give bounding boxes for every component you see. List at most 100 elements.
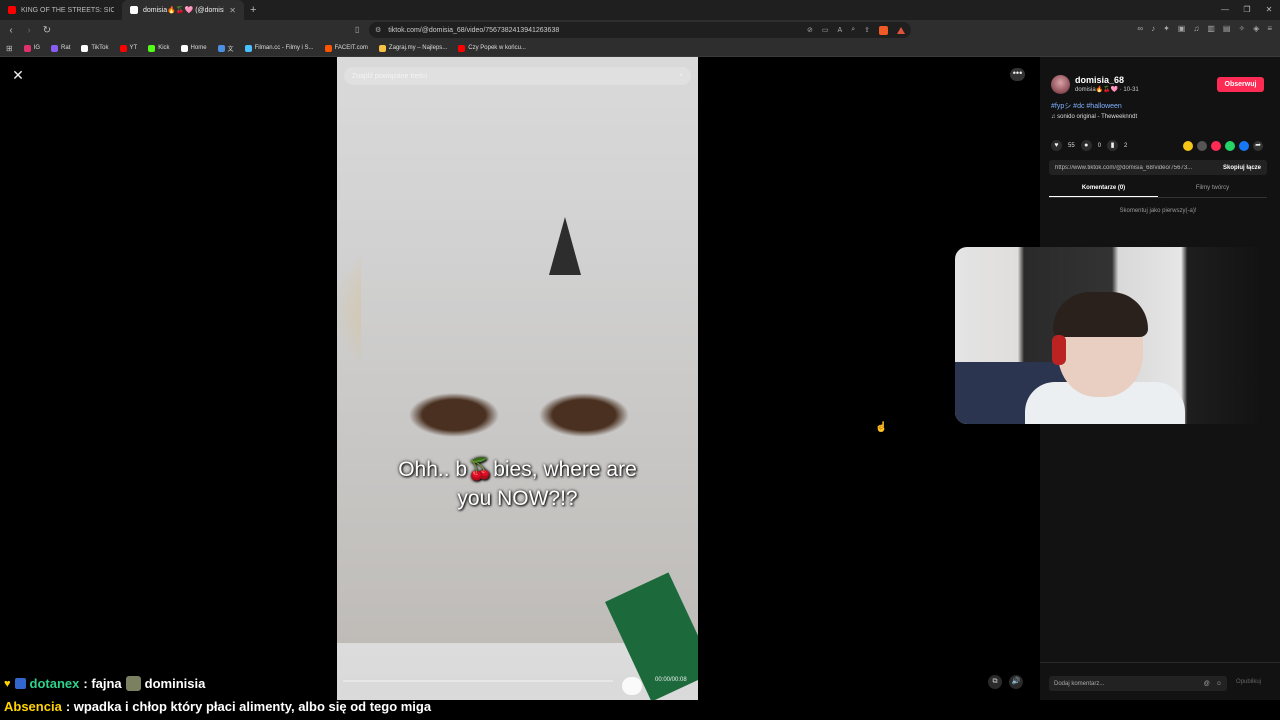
zoom-icon[interactable]: ⌕ — [851, 26, 855, 34]
facebook-icon[interactable] — [1239, 141, 1249, 151]
tiktok-icon — [130, 6, 138, 14]
emote-icon — [125, 676, 141, 691]
reload-button[interactable]: ↻ — [40, 25, 54, 36]
tab-king-of-the-streets[interactable]: KING OF THE STREETS: SICKO MODE — [0, 0, 122, 20]
media-icon[interactable]: ♫ — [1193, 24, 1199, 33]
bookmark-home[interactable]: Home — [180, 44, 207, 52]
comment-input[interactable]: Dodaj komentarz... @ ☺ — [1049, 676, 1227, 691]
hand-cursor-icon: ☝ — [875, 422, 888, 433]
repost-icon[interactable] — [1183, 141, 1193, 151]
new-tab-button[interactable]: + — [250, 4, 256, 16]
bookmark-icon[interactable]: ▮ — [1107, 140, 1119, 151]
chat-message: Absencia : wpadka i chłop który płaci al… — [4, 699, 431, 714]
video-time: 00:00/00:08 — [655, 677, 687, 683]
chat-text: : wpadka i chłop który płaci alimenty, a… — [65, 699, 432, 714]
bookmark-kick[interactable]: Kick — [148, 44, 170, 52]
subscriber-badge-icon — [14, 678, 26, 689]
follow-button[interactable]: Obserwuj — [1217, 77, 1264, 92]
bookmark-popek[interactable]: Czy Popek w końcu... — [458, 44, 526, 52]
bookmarks-bar: ⊞ IG Rat TikTok YT Kick Home 文 Filman.cc… — [0, 40, 1280, 57]
sidebar-icon[interactable]: ▥ — [1207, 24, 1215, 33]
menu-icon[interactable]: ≡ — [1267, 24, 1272, 33]
close-video-button[interactable]: ✕ — [11, 68, 25, 82]
chat-text: : fajna — [83, 676, 122, 691]
share-icon[interactable]: ⇪ — [864, 26, 870, 34]
bookmark-page-icon[interactable]: ▯ — [355, 25, 359, 34]
tab-tiktok-domisia[interactable]: domisia🔥🍒🩷 (@domisia ✕ — [122, 0, 244, 20]
more-options-button[interactable]: ••• — [1010, 68, 1025, 81]
share-more-icon[interactable]: ➦ — [1253, 141, 1263, 151]
forward-button[interactable]: › — [22, 25, 36, 36]
video-link[interactable]: https://www.tiktok.com/@domisia_68/video… — [1055, 165, 1217, 171]
extensions-toolbar: ∞ ♪ ✦ ▣ ♫ ▥ ▤ ✧ ◈ ≡ — [1137, 24, 1272, 33]
url-text[interactable]: tiktok.com/@domisia_68/video/75673824139… — [388, 27, 800, 34]
author-username[interactable]: domisia_68 — [1075, 75, 1124, 85]
bookmark-faceit[interactable]: FACEIT.com — [324, 44, 368, 52]
shield-icon[interactable]: ◈ — [1253, 24, 1259, 33]
bookmark-label: Home — [190, 45, 207, 51]
search-icon[interactable]: ⌕ — [679, 72, 683, 80]
tabs-divider — [1049, 197, 1267, 198]
like-icon[interactable]: ♥ — [1051, 140, 1062, 151]
close-tab-icon[interactable]: ✕ — [229, 6, 236, 15]
brave-rewards-icon[interactable] — [897, 26, 905, 34]
sound-link[interactable]: ♫ sonido original - Theweeknndt — [1051, 114, 1137, 120]
panel-tabs: Komentarze (0) Filmy twórcy — [1049, 181, 1267, 197]
window-controls: — ❐ ✕ — [1214, 0, 1280, 20]
embed-icon[interactable] — [1197, 141, 1207, 151]
pip-button[interactable]: ⧉ — [988, 675, 1002, 689]
emoji-icon[interactable]: ☺ — [1216, 681, 1222, 687]
volume-button[interactable]: 🔊 — [1009, 675, 1023, 689]
apps-icon[interactable]: ⊞ — [6, 44, 13, 53]
tab-comments[interactable]: Komentarze (0) — [1049, 181, 1158, 197]
bookmark-label: Zagraj.my – Najleps... — [388, 45, 448, 51]
video-hashtags[interactable]: #fypシ #dc #halloween — [1051, 101, 1122, 111]
address-bar[interactable]: ⚙ tiktok.com/@domisia_68/video/756738241… — [369, 22, 911, 38]
popek-icon — [458, 44, 466, 52]
post-comment-button[interactable]: Opublikuj — [1236, 679, 1261, 685]
extension-icon[interactable]: ✦ — [1163, 24, 1170, 33]
wallet-icon[interactable]: ▤ — [1223, 24, 1231, 33]
tab-creator-videos[interactable]: Filmy twórcy — [1158, 181, 1267, 197]
copy-link-button[interactable]: Skopiuj łącze — [1223, 165, 1261, 171]
vpn-icon[interactable]: ∞ — [1137, 24, 1143, 33]
video-progress-bar[interactable] — [343, 680, 613, 682]
x-icon — [180, 44, 188, 52]
kick-icon — [148, 44, 156, 52]
bookmark-yt[interactable]: YT — [119, 44, 137, 52]
avatar[interactable] — [1051, 75, 1070, 94]
restore-button[interactable]: ❐ — [1236, 0, 1258, 20]
bookmark-tiktok[interactable]: TikTok — [81, 44, 109, 52]
youtube-icon — [119, 44, 127, 52]
no-track-icon[interactable]: ⊘ — [807, 26, 813, 34]
mention-icon[interactable]: @ — [1204, 681, 1210, 687]
person-hair-image — [1053, 292, 1148, 337]
send-icon[interactable] — [1211, 141, 1221, 151]
translate-icon[interactable]: A — [838, 27, 843, 34]
leo-icon[interactable]: ✧ — [1238, 24, 1245, 33]
related-search-input[interactable]: Znajdź powiązane treści ⌕ — [344, 67, 691, 85]
back-button[interactable]: ‹ — [4, 25, 18, 36]
audio-icon[interactable]: ♪ — [1151, 24, 1155, 33]
faceit-icon — [324, 44, 332, 52]
filman-icon — [244, 44, 252, 52]
bookmark-label: FACEIT.com — [334, 45, 368, 51]
site-info-icon[interactable]: ⚙ — [375, 26, 381, 34]
bookmark-translate[interactable]: 文 — [217, 44, 234, 53]
screenshot-icon[interactable]: ▣ — [1178, 24, 1186, 33]
minimize-button[interactable]: — — [1214, 0, 1236, 20]
copy-link-field[interactable]: https://www.tiktok.com/@domisia_68/video… — [1049, 160, 1267, 175]
video-caption: Ohh.. b🍒bies, where are you NOW?!? — [357, 455, 678, 513]
bookmark-ig[interactable]: IG — [23, 44, 40, 52]
bookmark-filman[interactable]: Filman.cc - Filmy i S... — [244, 44, 314, 52]
comment-icon[interactable]: ● — [1080, 140, 1092, 151]
cast-icon[interactable]: ▭ — [822, 26, 829, 34]
whatsapp-icon[interactable] — [1225, 141, 1235, 151]
face-makeup-image — [399, 387, 639, 447]
youtube-icon — [8, 6, 16, 14]
brave-shields-icon[interactable] — [879, 25, 888, 35]
video-player[interactable]: Znajdź powiązane treści ⌕ Ohh.. b🍒bies, … — [337, 57, 698, 700]
bookmark-zagraj[interactable]: Zagraj.my – Najleps... — [378, 44, 448, 52]
close-window-button[interactable]: ✕ — [1258, 0, 1280, 20]
bookmark-rat[interactable]: Rat — [51, 44, 70, 52]
